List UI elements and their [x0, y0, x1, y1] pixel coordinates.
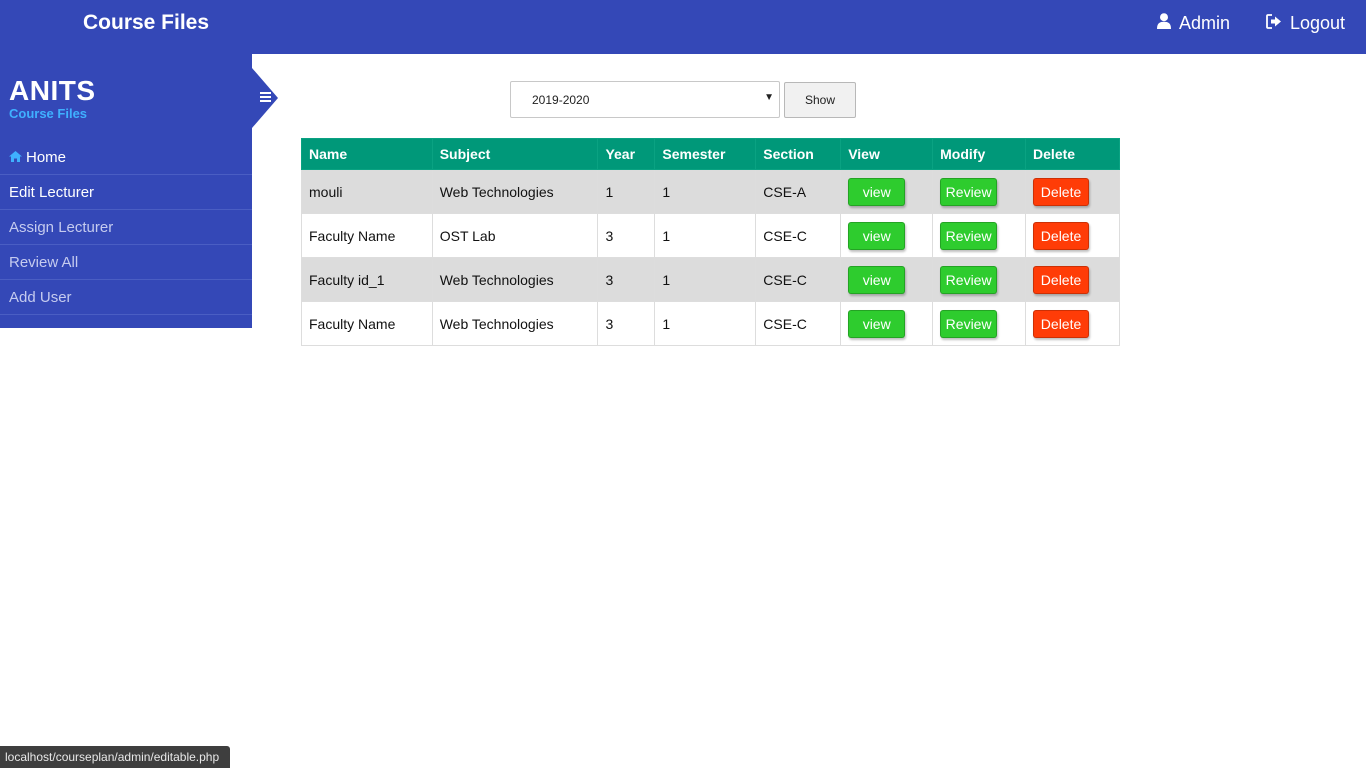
sidebar-item-label: Home [26, 148, 67, 166]
logout-label: Logout [1290, 13, 1346, 33]
column-header-modify: Modify [932, 138, 1027, 170]
year-select[interactable]: 2019-2020 ▼ [510, 81, 780, 118]
review-button[interactable]: Review [940, 221, 998, 250]
cell-modify: Review [932, 301, 1027, 346]
cell-delete: Delete [1025, 169, 1120, 214]
cell-subject: Web Technologies [431, 169, 599, 214]
review-button[interactable]: Review [940, 177, 998, 206]
sidebar-item-add-user[interactable]: Add User [0, 280, 252, 315]
review-button[interactable]: Review [940, 265, 998, 294]
sidebar-item-assign-lecturer[interactable]: Assign Lecturer [0, 210, 252, 245]
cell-delete: Delete [1025, 257, 1120, 302]
cell-section: CSE-A [755, 169, 842, 214]
sidebar-item-review-all[interactable]: Review All [0, 245, 252, 280]
cell-modify: Review [932, 257, 1027, 302]
cell-semester: 1 [654, 301, 757, 346]
delete-button[interactable]: Delete [1033, 309, 1090, 338]
column-header-section: Section [755, 138, 842, 170]
cell-subject: Web Technologies [431, 257, 599, 302]
cell-name: mouli [301, 169, 433, 214]
app-title[interactable]: Course Files [83, 11, 209, 35]
sidebar-item-label: Add User [9, 288, 72, 306]
sidebar-subtitle: Course Files [9, 106, 88, 121]
cell-modify: Review [932, 213, 1027, 258]
logout-icon [1266, 13, 1282, 34]
home-icon [9, 150, 22, 165]
view-button[interactable]: view [848, 265, 906, 294]
sidebar-item-label: Assign Lecturer [9, 218, 114, 236]
cell-section: CSE-C [755, 301, 842, 346]
view-button[interactable]: view [848, 221, 906, 250]
sidebar-toggle[interactable] [252, 54, 280, 130]
top-navbar: Course Files Admin Logout [0, 0, 1366, 54]
admin-label: Admin [1179, 13, 1231, 33]
sidebar: ANITS Course Files Home Edit Lecturer As… [0, 54, 252, 328]
review-button[interactable]: Review [940, 309, 998, 338]
cell-subject: OST Lab [431, 213, 599, 258]
year-select-value: 2019-2020 [532, 93, 590, 107]
column-header-name: Name [301, 138, 433, 170]
caret-down-icon: ▼ [764, 92, 774, 103]
column-header-view: View [840, 138, 934, 170]
lecturer-table: Name Subject Year Semester Section View … [301, 138, 1120, 346]
cell-view: view [840, 257, 934, 302]
sidebar-item-edit-lecturer[interactable]: Edit Lecturer [0, 175, 252, 210]
cell-section: CSE-C [755, 213, 842, 258]
table-row: mouli Web Technologies 1 1 CSE-A view Re… [301, 169, 1120, 214]
logout-link[interactable]: Logout [1266, 13, 1345, 34]
table-row: Faculty Name OST Lab 3 1 CSE-C view Revi… [301, 213, 1120, 258]
cell-year: 3 [597, 301, 656, 346]
sidebar-item-label: Review All [9, 253, 79, 271]
cell-year: 3 [597, 257, 656, 302]
cell-name: Faculty id_1 [301, 257, 433, 302]
cell-delete: Delete [1025, 213, 1120, 258]
cell-delete: Delete [1025, 301, 1120, 346]
column-header-subject: Subject [431, 138, 599, 170]
table-row: Faculty Name Web Technologies 3 1 CSE-C … [301, 301, 1120, 346]
view-button[interactable]: view [848, 309, 906, 338]
browser-status-url: localhost/courseplan/admin/editable.php [0, 746, 230, 768]
table-row: Faculty id_1 Web Technologies 3 1 CSE-C … [301, 257, 1120, 302]
column-header-delete: Delete [1025, 138, 1120, 170]
sidebar-item-home[interactable]: Home [0, 140, 252, 175]
cell-view: view [840, 213, 934, 258]
cell-semester: 1 [654, 213, 757, 258]
cell-subject: Web Technologies [431, 301, 599, 346]
column-header-year: Year [597, 138, 656, 170]
cell-semester: 1 [654, 169, 757, 214]
delete-button[interactable]: Delete [1033, 221, 1090, 250]
column-header-semester: Semester [654, 138, 757, 170]
cell-view: view [840, 301, 934, 346]
cell-name: Faculty Name [301, 301, 433, 346]
cell-semester: 1 [654, 257, 757, 302]
view-button[interactable]: view [848, 177, 906, 206]
table-header-row: Name Subject Year Semester Section View … [301, 138, 1120, 170]
show-button[interactable]: Show [784, 82, 856, 118]
cell-year: 1 [597, 169, 656, 214]
cell-modify: Review [932, 169, 1027, 214]
cell-name: Faculty Name [301, 213, 433, 258]
cell-section: CSE-C [755, 257, 842, 302]
delete-button[interactable]: Delete [1033, 177, 1090, 206]
delete-button[interactable]: Delete [1033, 265, 1090, 294]
cell-view: view [840, 169, 934, 214]
sidebar-menu: Home Edit Lecturer Assign Lecturer Revie… [0, 140, 252, 315]
cell-year: 3 [597, 213, 656, 258]
sidebar-item-label: Edit Lecturer [9, 183, 95, 201]
admin-link[interactable]: Admin [1157, 13, 1230, 34]
sidebar-title: ANITS [9, 75, 96, 106]
user-icon [1157, 13, 1171, 34]
